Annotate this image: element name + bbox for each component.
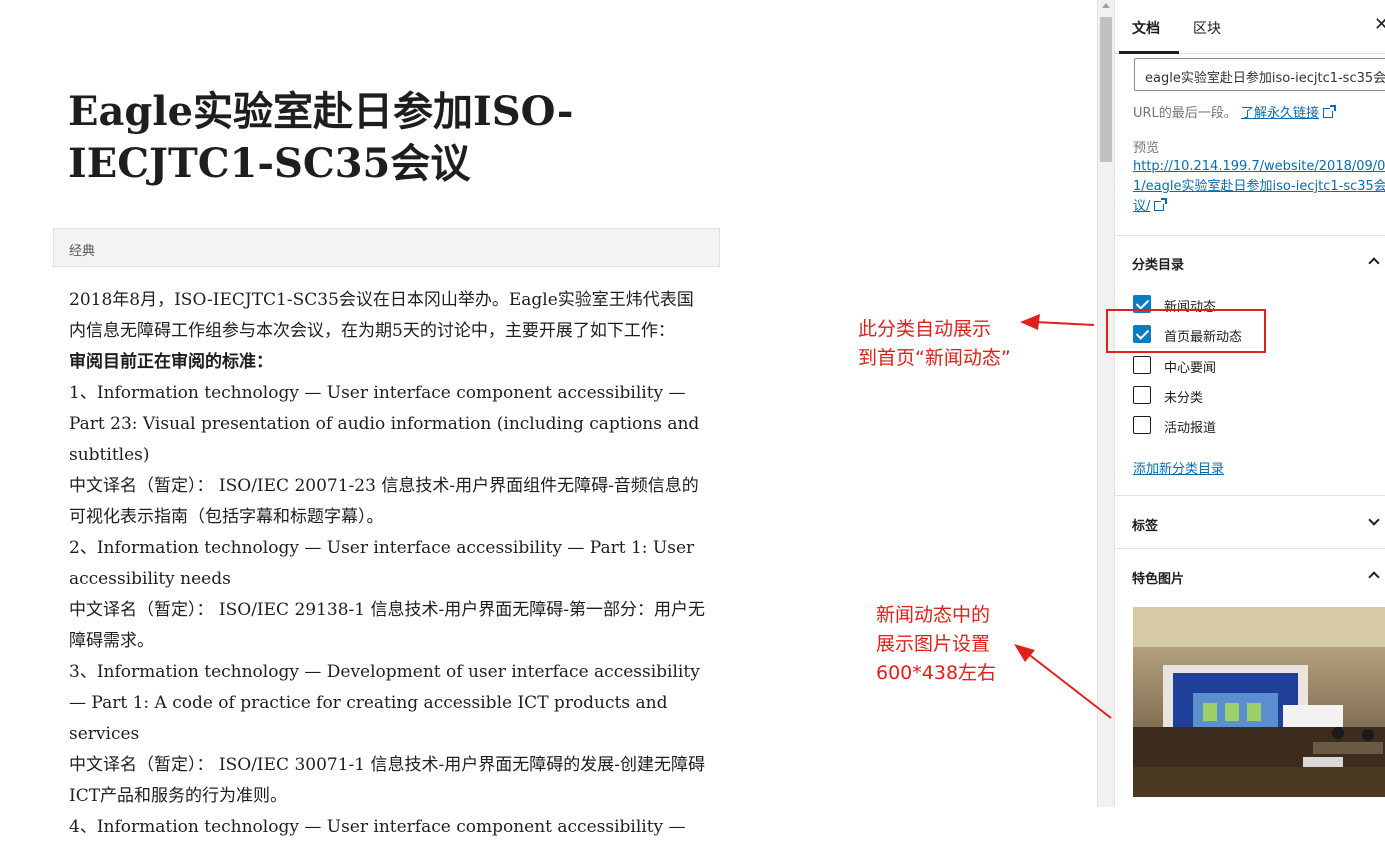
learn-permalink-link[interactable]: 了解永久链接 [1241, 106, 1319, 121]
external-link-icon [1154, 198, 1168, 211]
panel-divider [1115, 548, 1385, 549]
category-label: 未分类 [1164, 391, 1204, 406]
post-content[interactable]: 2018年8月，ISO-IECJTC1-SC35会议在日本冈山举办。Eagle实… [69, 285, 709, 843]
scroll-up-arrow-icon[interactable] [1102, 3, 1110, 8]
chevron-down-icon[interactable] [1368, 514, 1380, 526]
sidebar-tabs: 文档 区块 ✕ [1115, 0, 1385, 54]
content-paragraph: 2、Information technology — User interfac… [69, 538, 695, 589]
annotation-highlight-box [1106, 309, 1266, 353]
chevron-up-icon[interactable] [1368, 571, 1380, 583]
category-checkbox[interactable] [1133, 386, 1151, 404]
classic-block-label: 经典 [69, 244, 96, 259]
content-heading: 审阅目前正在审阅的标准： [69, 352, 273, 372]
tags-panel-title[interactable]: 标签 [1132, 515, 1158, 534]
content-paragraph: 中文译名（暂定）： ISO/IEC 30071-1 信息技术-用户界面无障碍的发… [69, 755, 705, 806]
editor-scrollbar[interactable] [1097, 0, 1114, 807]
close-icon[interactable]: ✕ [1374, 14, 1385, 35]
content-paragraph: 4、Information technology — User interfac… [69, 817, 686, 837]
panel-divider [1115, 235, 1385, 236]
annotation-line: 此分类自动展示 [858, 318, 992, 340]
annotation-line: 到首页“新闻动态” [858, 347, 1011, 369]
category-item-zhongxin[interactable]: 中心要闻 [1133, 356, 1373, 376]
content-paragraph: 中文译名（暂定）： ISO/IEC 20071-23 信息技术-用户界面组件无障… [69, 476, 699, 527]
permalink-slug-input[interactable]: eagle实验室赴日参加iso-iecjtc1-sc35会议 [1134, 58, 1385, 91]
featured-image-photo [1133, 607, 1385, 797]
featured-image[interactable] [1133, 607, 1385, 797]
category-checkbox[interactable] [1133, 416, 1151, 434]
tab-document[interactable]: 文档 [1132, 18, 1160, 38]
content-paragraph: 2018年8月，ISO-IECJTC1-SC35会议在日本冈山举办。Eagle实… [69, 290, 694, 341]
preview-label: 预览 [1133, 141, 1160, 156]
preview-url-link[interactable]: http://10.214.199.7/website/2018/09/01/e… [1133, 157, 1385, 217]
content-paragraph: 3、Information technology — Development o… [69, 662, 700, 744]
featured-image-panel-title[interactable]: 特色图片 [1132, 568, 1184, 587]
add-category-link[interactable]: 添加新分类目录 [1133, 458, 1224, 477]
permalink-help-text: URL的最后一段。 [1133, 106, 1237, 121]
panel-divider [1115, 495, 1385, 496]
annotation-line: 新闻动态中的 [876, 604, 991, 626]
annotation-line: 600*438左右 [876, 662, 997, 684]
tab-block[interactable]: 区块 [1193, 18, 1221, 38]
category-label: 中心要闻 [1164, 361, 1217, 376]
category-item-huodong[interactable]: 活动报道 [1133, 416, 1373, 436]
chevron-up-icon[interactable] [1368, 257, 1380, 269]
categories-panel-title[interactable]: 分类目录 [1132, 254, 1184, 273]
annotation-line: 展示图片设置 [876, 633, 991, 655]
annotation-category-note: 此分类自动展示 到首页“新闻动态” [858, 315, 1011, 373]
category-label: 活动报道 [1164, 421, 1217, 436]
annotation-image-note: 新闻动态中的 展示图片设置 600*438左右 [876, 601, 996, 688]
permalink-help: URL的最后一段。 了解永久链接 [1133, 102, 1336, 121]
content-paragraph: 中文译名（暂定）： ISO/IEC 29138-1 信息技术-用户界面无障碍-第… [69, 600, 705, 651]
settings-sidebar: 文档 区块 ✕ eagle实验室赴日参加iso-iecjtc1-sc35会议 U… [1114, 0, 1385, 807]
scroll-thumb[interactable] [1100, 17, 1112, 162]
preview-url[interactable]: http://10.214.199.7/website/2018/09/01/e… [1133, 159, 1385, 214]
category-item-weifenlei[interactable]: 未分类 [1133, 386, 1373, 406]
active-tab-indicator [1119, 51, 1179, 54]
category-checkbox[interactable] [1133, 356, 1151, 374]
post-title[interactable]: Eagle实验室赴日参加ISO-IECJTC1-SC35会议 [68, 86, 688, 190]
content-paragraph: 1、Information technology — User interfac… [69, 383, 700, 465]
classic-block-toolbar[interactable]: 经典 [53, 228, 720, 267]
external-link-icon [1322, 105, 1336, 118]
